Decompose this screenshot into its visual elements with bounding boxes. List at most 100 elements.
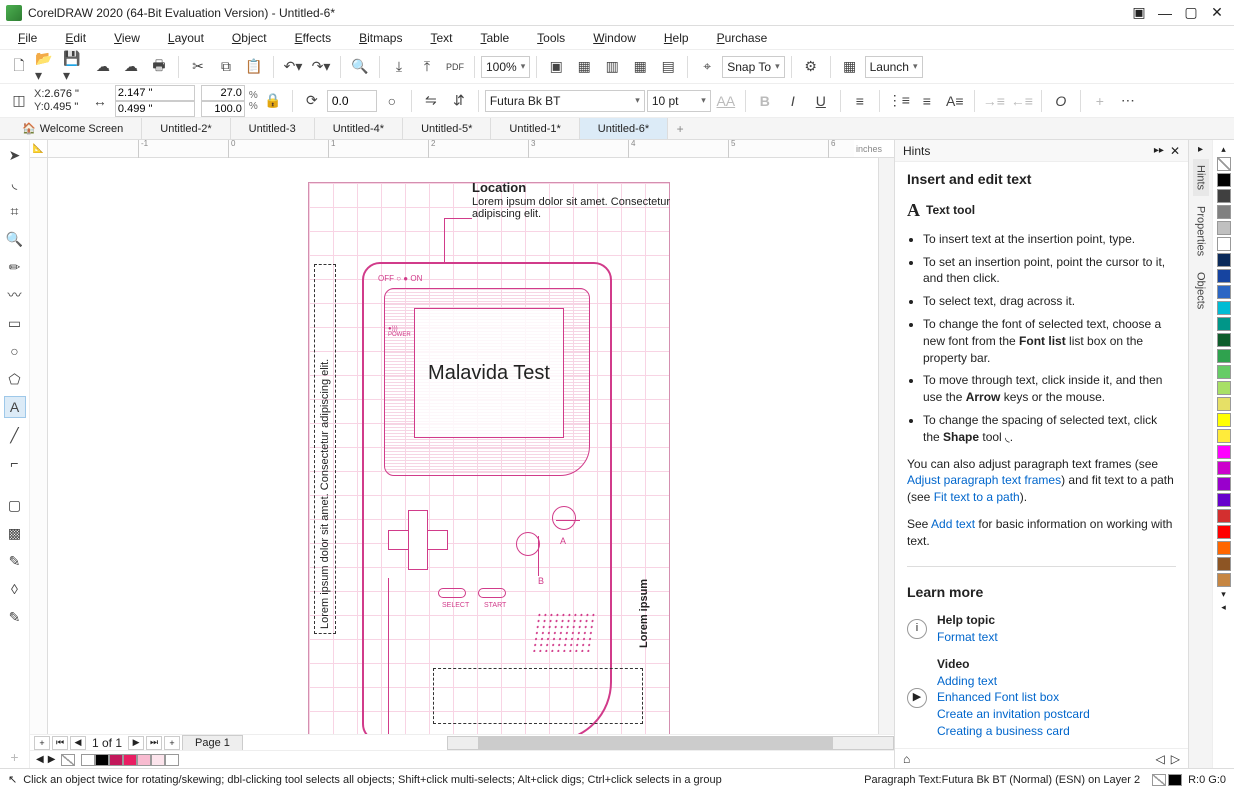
mirror-v-icon[interactable]: ⇵ xyxy=(446,88,472,114)
swatch[interactable] xyxy=(137,754,151,766)
swatch[interactable] xyxy=(1217,349,1231,363)
width-input[interactable] xyxy=(115,85,195,101)
swatch[interactable] xyxy=(95,754,109,766)
swatch[interactable] xyxy=(1217,413,1231,427)
link-add-text[interactable]: Add text xyxy=(931,517,975,531)
menu-table[interactable]: Table xyxy=(466,28,523,48)
align-left-icon[interactable]: ≡ xyxy=(847,88,873,114)
swatch[interactable] xyxy=(165,754,179,766)
crop-tool-icon[interactable]: ⌗ xyxy=(4,200,26,222)
shape-tool-icon[interactable]: ◟ xyxy=(4,172,26,194)
swatch[interactable] xyxy=(1217,253,1231,267)
link-fit-path[interactable]: Fit text to a path xyxy=(934,490,1020,504)
add-tab-button[interactable]: + xyxy=(668,118,692,139)
indent-inc-icon[interactable]: →≡ xyxy=(981,88,1007,114)
redo-icon[interactable]: ↷▾ xyxy=(308,54,334,80)
page-last-icon[interactable]: ⏭ xyxy=(146,736,162,750)
swatch[interactable] xyxy=(1217,205,1231,219)
drawing-canvas[interactable]: Malavida Test OFF ○ ● ON ●)))POWER A B S… xyxy=(48,158,894,734)
page-next-icon[interactable]: ▶ xyxy=(128,736,144,750)
page-add-icon[interactable]: + xyxy=(34,736,50,750)
transparency-tool-icon[interactable]: ▩ xyxy=(4,522,26,544)
swatch[interactable] xyxy=(1217,173,1231,187)
hints-menu-icon[interactable]: ▸▸ xyxy=(1154,145,1164,156)
ruler-corner-icon[interactable]: 📐 xyxy=(30,140,48,158)
swatch[interactable] xyxy=(1217,189,1231,203)
swatch[interactable] xyxy=(1217,445,1231,459)
cut-icon[interactable]: ✂ xyxy=(185,54,211,80)
tab-untitled-6[interactable]: Untitled-6* xyxy=(580,118,668,139)
swatch[interactable] xyxy=(81,754,95,766)
snap-to-dropdown[interactable]: Snap To▾ xyxy=(722,56,784,78)
no-fill-icon[interactable] xyxy=(61,754,75,766)
export-icon[interactable]: ⤒ xyxy=(414,54,440,80)
paste-icon[interactable]: 📋 xyxy=(241,54,267,80)
dock-tab-hints[interactable]: Hints xyxy=(1193,159,1209,196)
rotate-reset-icon[interactable]: ○ xyxy=(379,88,405,114)
menu-effects[interactable]: Effects xyxy=(281,28,345,48)
swatch[interactable] xyxy=(1217,541,1231,555)
cloud-download-icon[interactable]: ☁ xyxy=(118,54,144,80)
swatch[interactable] xyxy=(123,754,137,766)
shadow-tool-icon[interactable]: ▢ xyxy=(4,494,26,516)
swatch[interactable] xyxy=(1217,317,1231,331)
eyedropper-tool-icon[interactable]: ✎ xyxy=(4,550,26,572)
list-bullet-icon[interactable]: ⋮≡ xyxy=(886,88,912,114)
outline-indicator-icon[interactable] xyxy=(1168,774,1182,786)
active-paragraph-text-frame[interactable] xyxy=(433,668,643,724)
font-variable-icon[interactable]: AA xyxy=(713,88,739,114)
lock-ratio-icon[interactable]: 🔒 xyxy=(260,88,286,114)
menu-object[interactable]: Object xyxy=(218,28,281,48)
options-icon[interactable]: ⚙ xyxy=(798,54,824,80)
maximize-icon[interactable]: ▢ xyxy=(1180,4,1202,22)
tab-welcome[interactable]: 🏠Welcome Screen xyxy=(4,118,142,139)
swatch[interactable] xyxy=(1217,429,1231,443)
copy-icon[interactable]: ⧉ xyxy=(213,54,239,80)
font-dropdown[interactable]: Futura Bk BT▾ xyxy=(485,90,645,112)
page-prev-icon[interactable]: ◀ xyxy=(70,736,86,750)
pick-tool-icon[interactable]: ➤ xyxy=(4,144,26,166)
list-number-icon[interactable]: ≡ xyxy=(914,88,940,114)
font-size-dropdown[interactable]: 10 pt▾ xyxy=(647,90,711,112)
menu-layout[interactable]: Layout xyxy=(154,28,218,48)
swatch[interactable] xyxy=(1217,269,1231,283)
swatch[interactable] xyxy=(1217,301,1231,315)
swatch[interactable] xyxy=(1217,221,1231,235)
rectangle-tool-icon[interactable]: ▭ xyxy=(4,312,26,334)
print-icon[interactable]: 🖶 xyxy=(146,54,172,80)
swatch[interactable] xyxy=(1217,477,1231,491)
height-input[interactable] xyxy=(115,101,195,117)
ruler-vertical[interactable] xyxy=(30,158,48,734)
polygon-tool-icon[interactable]: ⬠ xyxy=(4,368,26,390)
open-icon[interactable]: 📂▾ xyxy=(34,54,60,80)
hints-home-icon[interactable]: ⌂ xyxy=(903,752,910,766)
swatch[interactable] xyxy=(151,754,165,766)
italic-icon[interactable]: I xyxy=(780,88,806,114)
text-tool-icon[interactable]: A xyxy=(4,396,26,418)
zoom-dropdown[interactable]: 100%▾ xyxy=(481,56,530,78)
bold-icon[interactable]: B xyxy=(752,88,778,114)
menu-bitmaps[interactable]: Bitmaps xyxy=(345,28,416,48)
underline-icon[interactable]: U xyxy=(808,88,834,114)
snap-off-icon[interactable]: ⌖ xyxy=(694,54,720,80)
import-icon[interactable]: ⤓ xyxy=(386,54,412,80)
more-icon[interactable]: ⋯ xyxy=(1115,88,1141,114)
palette-next-icon[interactable]: ▶ xyxy=(48,754,56,765)
search-icon[interactable]: 🔍 xyxy=(347,54,373,80)
tab-untitled-1[interactable]: Untitled-1* xyxy=(491,118,579,139)
zoom-tool-icon[interactable]: 🔍 xyxy=(4,228,26,250)
launch-icon[interactable]: ▦ xyxy=(837,54,863,80)
grid-icon[interactable]: ▦ xyxy=(627,54,653,80)
link-video-4[interactable]: Creating a business card xyxy=(937,724,1070,738)
cloud-upload-icon[interactable]: ☁ xyxy=(90,54,116,80)
menu-window[interactable]: Window xyxy=(579,28,650,48)
swatch[interactable] xyxy=(1217,333,1231,347)
close-icon[interactable]: ✕ xyxy=(1206,4,1228,22)
swatch[interactable] xyxy=(1217,381,1231,395)
save-icon[interactable]: 💾▾ xyxy=(62,54,88,80)
vertical-scrollbar[interactable] xyxy=(878,158,894,734)
menu-file[interactable]: File xyxy=(4,28,51,48)
undo-icon[interactable]: ↶▾ xyxy=(280,54,306,80)
menu-edit[interactable]: Edit xyxy=(51,28,100,48)
page-add2-icon[interactable]: + xyxy=(164,736,180,750)
